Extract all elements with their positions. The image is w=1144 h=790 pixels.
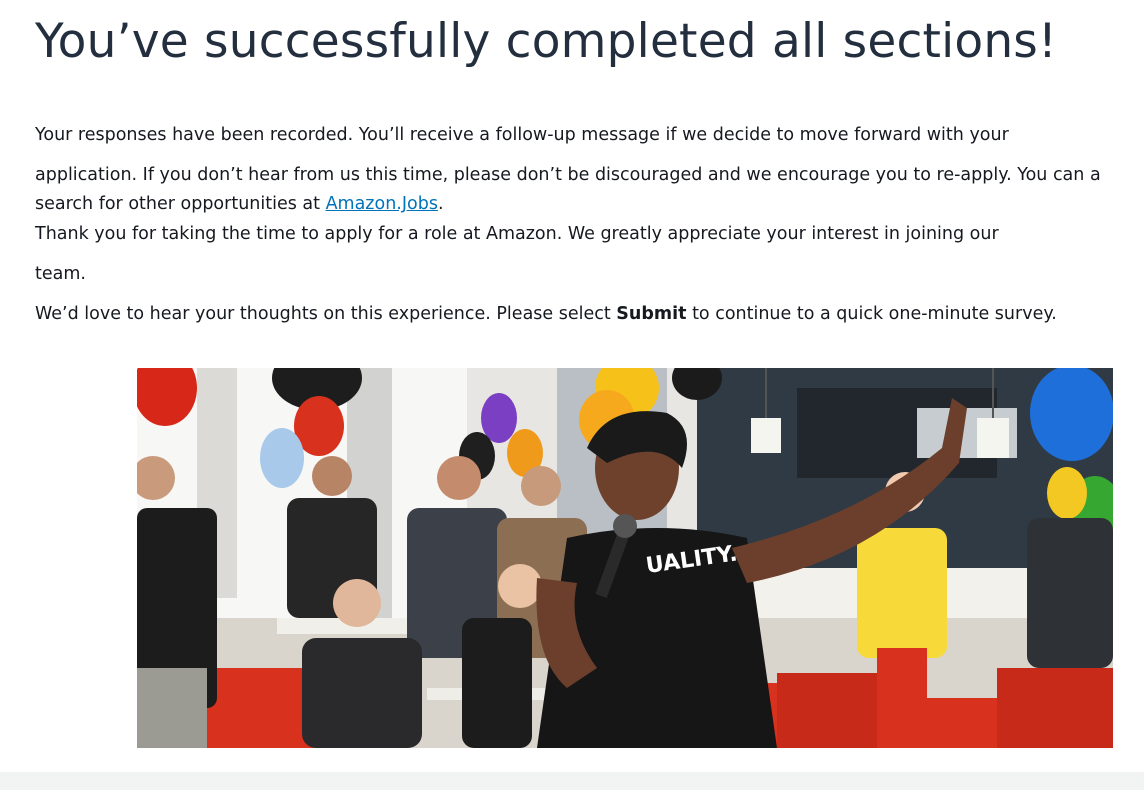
thanks-line-2: team. bbox=[35, 264, 86, 284]
survey-prefix: We’d love to hear your thoughts on this … bbox=[35, 304, 617, 324]
message-line-3-suffix: . bbox=[437, 194, 444, 214]
completion-page: You’ve successfully completed all sectio… bbox=[0, 0, 1144, 790]
celebration-photo: UALITY. bbox=[137, 368, 1113, 748]
submit-keyword: Submit bbox=[616, 304, 687, 324]
footer-band bbox=[0, 772, 1144, 790]
thanks-line-1: Thank you for taking the time to apply f… bbox=[35, 224, 999, 244]
survey-line: We’d love to hear your thoughts on this … bbox=[35, 298, 1144, 330]
page-title: You’ve successfully completed all sectio… bbox=[35, 14, 1058, 69]
message-line-3-prefix: search for other opportunities at bbox=[35, 194, 326, 214]
message-body: Your responses have been recorded. You’l… bbox=[35, 115, 1144, 330]
message-line-3: search for other opportunities at Amazon… bbox=[35, 193, 1144, 215]
celebration-photo-illustration: UALITY. bbox=[137, 368, 1113, 748]
message-line-2: application. If you don’t hear from us t… bbox=[35, 165, 1101, 185]
amazon-jobs-link[interactable]: Amazon.Jobs bbox=[326, 194, 438, 214]
message-line-1: Your responses have been recorded. You’l… bbox=[35, 125, 1009, 145]
survey-suffix: to continue to a quick one-minute survey… bbox=[686, 304, 1057, 324]
